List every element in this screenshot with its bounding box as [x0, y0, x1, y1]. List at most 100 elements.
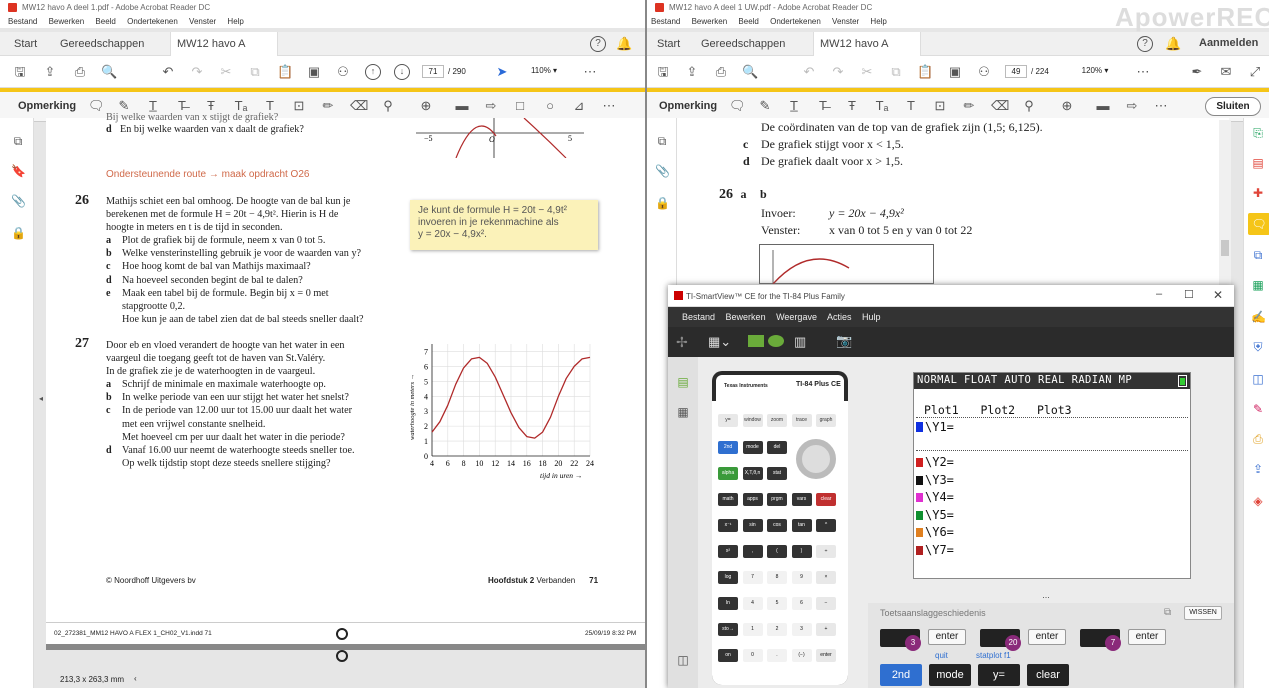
attach-icon[interactable]: ⊕	[418, 98, 434, 114]
create-pdf-icon[interactable]: ▤	[1251, 156, 1265, 170]
plot2-label[interactable]: Plot2	[980, 403, 1015, 417]
expand-icon[interactable]: ⤢	[1247, 64, 1263, 80]
history-key-2nd[interactable]: 2nd	[880, 664, 922, 686]
menu-bewerken[interactable]: Bewerken	[49, 17, 85, 26]
text-underline-icon[interactable]: T̲	[786, 98, 802, 114]
calc-key[interactable]: 3	[791, 623, 812, 636]
select-cursor-icon[interactable]: ➤	[494, 64, 510, 80]
arrow-icon[interactable]: ⇨	[1124, 98, 1140, 114]
page-down-icon[interactable]: ↓	[394, 64, 410, 80]
menu-beeld[interactable]: Beeld	[738, 17, 758, 26]
attachment-icon[interactable]: 📎	[655, 164, 670, 178]
calc-key[interactable]: x⁻¹	[718, 519, 738, 532]
fill-sign-rail-icon[interactable]: ✍	[1251, 310, 1266, 324]
replace-text-icon[interactable]: Ŧ	[844, 98, 860, 114]
slideshow-icon[interactable]: ◫	[676, 653, 690, 667]
menu-help[interactable]: Help	[227, 17, 243, 26]
bell-icon[interactable]: 🔔	[1165, 36, 1181, 52]
y6-row[interactable]: \Y6=	[916, 525, 954, 539]
redo-icon[interactable]: ↷	[830, 64, 846, 80]
zoom-select[interactable]: 120% ▾	[1073, 65, 1117, 78]
tab-document[interactable]: MW12 havo A deel... ×	[170, 32, 278, 74]
menu-ondertekenen[interactable]: Ondertekenen	[127, 17, 178, 26]
history-key-enter[interactable]: enter	[1028, 629, 1066, 645]
scan-icon[interactable]: ⎙	[1251, 432, 1265, 446]
copy-icon[interactable]: ⧉	[247, 64, 263, 80]
history-key-enter[interactable]: enter	[928, 629, 966, 645]
y4-row[interactable]: \Y4=	[916, 490, 954, 504]
help-icon[interactable]: ?	[590, 36, 606, 52]
close-window-icon[interactable]: ✕	[1213, 288, 1223, 302]
calc-key[interactable]: ×	[816, 571, 836, 584]
calc-key[interactable]: alpha	[718, 467, 738, 480]
more-icon[interactable]: ⋯	[1135, 64, 1151, 80]
menu-ondertekenen[interactable]: Ondertekenen	[770, 17, 821, 26]
calc-key[interactable]: cos	[767, 519, 787, 532]
cut-icon[interactable]: ✂	[859, 64, 875, 80]
textbox-icon[interactable]: ⊡	[291, 98, 307, 114]
emulator-view-icon[interactable]: ▦	[676, 405, 690, 419]
ti-menu-bewerken[interactable]: Bewerken	[726, 312, 766, 322]
zoom-select[interactable]: 110% ▾	[522, 65, 566, 78]
menu-bewerken[interactable]: Bewerken	[692, 17, 728, 26]
insert-text-icon[interactable]: Tₐ	[874, 98, 890, 114]
calc-key[interactable]: −	[816, 597, 836, 610]
rectangle-icon[interactable]: □	[512, 98, 528, 114]
calc-key[interactable]: vars	[791, 493, 812, 506]
organize-icon[interactable]: ▦	[1251, 278, 1265, 292]
line-icon[interactable]: ▬	[454, 98, 470, 114]
pages-icon[interactable]: ⧉	[655, 134, 669, 148]
calc-key[interactable]: X,T,θ,n	[742, 467, 763, 480]
stamp-icon[interactable]: ⚲	[380, 98, 396, 114]
calc-key[interactable]: ,	[742, 545, 763, 558]
tab-document[interactable]: MW12 havo A deel... ×	[813, 32, 921, 74]
y2-row[interactable]: \Y2=	[916, 455, 954, 469]
calc-key[interactable]: 9	[791, 571, 812, 584]
upload-icon[interactable]: ⇪	[42, 64, 58, 80]
redo-icon[interactable]: ↷	[189, 64, 205, 80]
calc-key[interactable]: (−)	[791, 649, 812, 662]
menu-bestand[interactable]: Bestand	[8, 17, 37, 26]
calc-key[interactable]: trace	[791, 414, 812, 427]
ti-menu-hulp[interactable]: Hulp	[862, 312, 881, 322]
circle-icon[interactable]: ○	[542, 98, 558, 114]
annot-more-icon[interactable]: ⋯	[1153, 98, 1169, 114]
calc-key[interactable]: mode	[742, 441, 763, 454]
calc-key[interactable]: 5	[767, 597, 787, 610]
calc-key[interactable]: del	[767, 441, 787, 454]
binoculars-icon[interactable]: ⚇	[335, 64, 351, 80]
sticky-note-icon[interactable]: 🗨	[729, 98, 746, 114]
print-icon[interactable]: ⎙	[713, 64, 729, 80]
y5-row[interactable]: \Y5=	[916, 508, 954, 522]
sticky-note-icon[interactable]: 🗨	[88, 98, 105, 114]
fill-sign-icon[interactable]: ✒	[1189, 64, 1205, 80]
pencil-icon[interactable]: ✏	[961, 98, 977, 114]
add-text-icon[interactable]: T	[903, 98, 919, 114]
login-button[interactable]: Aanmelden	[1199, 37, 1258, 49]
tab-gereedschappen[interactable]: Gereedschappen	[60, 32, 144, 56]
annot-more-icon[interactable]: ⋯	[601, 98, 617, 114]
calc-key[interactable]: 2nd	[718, 441, 738, 454]
history-splitter[interactable]: …	[858, 592, 1234, 600]
send-to-calc-icon[interactable]	[748, 335, 764, 347]
calc-key[interactable]: sin	[742, 519, 763, 532]
calc-key[interactable]: ln	[718, 597, 738, 610]
right-scroll-thumb[interactable]	[1221, 240, 1229, 256]
status-scroll-left-icon[interactable]: ‹	[134, 674, 137, 683]
edit-pdf-icon[interactable]: ✚	[1251, 186, 1265, 200]
history-key-mode[interactable]: mode	[929, 664, 971, 686]
calc-key[interactable]: enter	[816, 649, 836, 662]
wissen-button[interactable]: WISSEN	[1184, 606, 1222, 620]
export-pdf-icon[interactable]: ⎘	[1251, 126, 1265, 140]
clipboard-icon[interactable]: 📋	[917, 64, 933, 80]
page-up-icon[interactable]: ↑	[365, 64, 381, 80]
y7-row[interactable]: \Y7=	[916, 543, 954, 557]
textbox-icon[interactable]: ⊡	[932, 98, 948, 114]
calc-key[interactable]: 7	[742, 571, 763, 584]
lock-icon[interactable]: 🔒	[655, 196, 670, 210]
menu-beeld[interactable]: Beeld	[95, 17, 115, 26]
menu-help[interactable]: Help	[870, 17, 886, 26]
ti-menu-weergave[interactable]: Weergave	[776, 312, 817, 322]
calc-key[interactable]: .	[767, 649, 787, 662]
calc-key[interactable]: ÷	[816, 545, 836, 558]
